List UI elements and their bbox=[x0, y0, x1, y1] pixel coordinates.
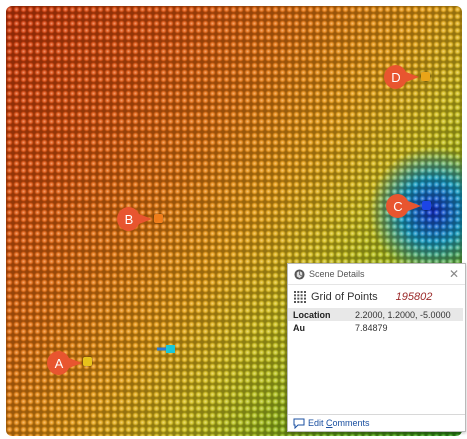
edit-comments-prefix: Edit bbox=[308, 418, 327, 428]
scene-details-icon bbox=[294, 268, 305, 280]
axis-orientation-icon bbox=[157, 345, 175, 353]
scene-details-footer: Edit Comments bbox=[288, 414, 465, 431]
callout-a: A bbox=[47, 351, 82, 375]
edit-comments-rest: omments bbox=[332, 418, 370, 428]
callout-b: B bbox=[117, 207, 152, 231]
property-key: Au bbox=[293, 322, 305, 333]
callout-b-label: B bbox=[124, 211, 134, 227]
callout-c: C bbox=[386, 194, 421, 218]
callout-d: D bbox=[384, 65, 419, 89]
close-icon[interactable]: ✕ bbox=[449, 267, 459, 281]
property-row: Location 2.2000, 1.2000, -5.0000 bbox=[288, 308, 463, 321]
object-id: 195802 bbox=[395, 291, 433, 303]
property-value: 2.2000, 1.2000, -5.0000 bbox=[355, 309, 451, 320]
object-row: Grid of Points 195802 bbox=[294, 289, 432, 305]
callout-d-label: D bbox=[391, 69, 401, 85]
property-row: Au 7.84879 bbox=[288, 321, 463, 334]
scene-details-header: Scene Details ✕ bbox=[288, 264, 465, 285]
property-value: 7.84879 bbox=[355, 322, 388, 333]
callout-c-label: C bbox=[393, 198, 403, 214]
grid-of-points-icon bbox=[294, 291, 306, 303]
callout-a-label: A bbox=[54, 355, 64, 371]
edit-comments-link[interactable]: Edit Comments bbox=[308, 418, 370, 428]
property-key: Location bbox=[293, 309, 331, 320]
properties-table: Location 2.2000, 1.2000, -5.0000 Au 7.84… bbox=[288, 308, 463, 334]
comment-icon bbox=[293, 418, 305, 429]
scene-details-title: Scene Details bbox=[309, 269, 365, 279]
scene-details-panel: Scene Details ✕ Grid of Points 195802 Lo… bbox=[287, 263, 466, 432]
object-name: Grid of Points bbox=[311, 291, 378, 303]
